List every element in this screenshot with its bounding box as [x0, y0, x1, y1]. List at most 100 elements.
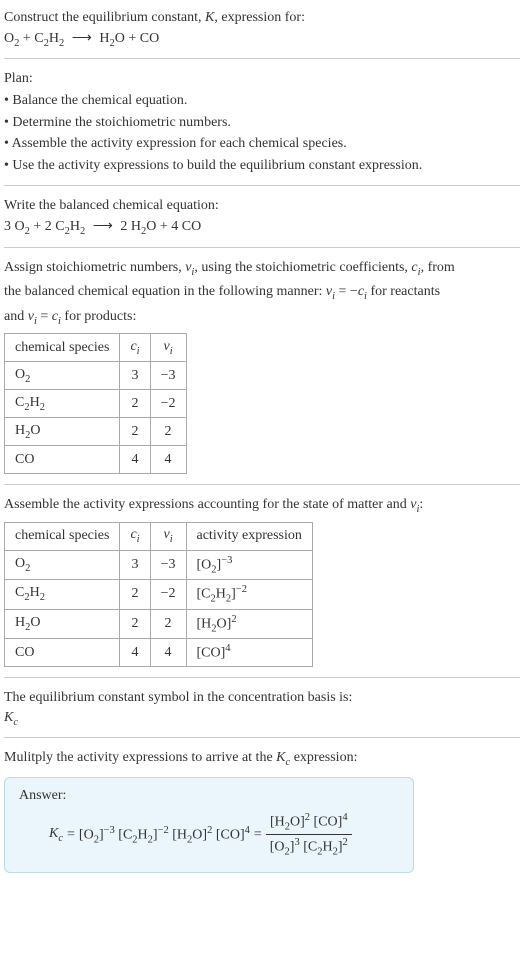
kc-lhs: Kc: [49, 826, 63, 844]
cell-species: H2O: [5, 418, 120, 446]
divider: [4, 737, 520, 738]
kc-symbol: Kc: [4, 710, 520, 728]
term-c2h2: 2 C2H2: [45, 219, 85, 234]
cell-activity: [CO]4: [186, 639, 312, 667]
cell-activity: [C2H2]−2: [186, 580, 312, 609]
assign-section: Assign stoichiometric numbers, νi, using…: [4, 258, 520, 474]
table-row: C2H2 2 −2 [C2H2]−2: [5, 580, 313, 609]
table-row: chemical species ci νi activity expressi…: [5, 522, 313, 550]
arrow-icon: ⟶: [93, 218, 113, 235]
cell-nui: −3: [150, 362, 186, 390]
table-row: chemical species ci νi: [5, 334, 187, 362]
term-h2o: 2 H2O: [120, 219, 156, 234]
answer-box: Answer: Kc = [O2]−3 [C2H2]−2 [H2O]2 [CO]…: [4, 777, 414, 873]
activity-table: chemical species ci νi activity expressi…: [4, 522, 313, 667]
stoich-table: chemical species ci νi O2 3 −3 C2H2 2 −2…: [4, 333, 187, 474]
arrow-icon: ⟶: [72, 30, 92, 47]
plan-bullet-4: • Use the activity expressions to build …: [4, 156, 520, 176]
multiply-text: Mulitply the activity expressions to arr…: [4, 748, 520, 770]
species-o2: O2: [4, 31, 19, 46]
cell-nui: −2: [150, 390, 186, 418]
plus: +: [156, 219, 171, 234]
balanced-title: Write the balanced chemical equation:: [4, 196, 520, 216]
header-species: chemical species: [5, 334, 120, 362]
divider: [4, 247, 520, 248]
cell-ci: 2: [120, 580, 150, 609]
cell-nui: 4: [150, 639, 186, 667]
plan-bullet-1: • Balance the chemical equation.: [4, 91, 520, 111]
denominator: [O2]3 [C2H2]2: [266, 834, 352, 857]
cell-ci: 4: [120, 446, 150, 474]
cell-nui: 2: [150, 418, 186, 446]
intro-section: Construct the equilibrium constant, K, e…: [4, 8, 520, 48]
term-co: 4 CO: [171, 219, 201, 234]
intro-k: K: [205, 10, 214, 25]
header-nui: νi: [150, 334, 186, 362]
plan-section: Plan: • Balance the chemical equation. •…: [4, 69, 520, 175]
kc-expression: Kc = [O2]−3 [C2H2]−2 [H2O]2 [CO]4 = [H2O…: [19, 812, 399, 858]
flat-expr: [O2]−3 [C2H2]−2 [H2O]2 [CO]4: [79, 825, 250, 845]
table-row: O2 3 −3: [5, 362, 187, 390]
symbol-section: The equilibrium constant symbol in the c…: [4, 688, 520, 727]
cell-ci: 2: [120, 390, 150, 418]
term-o2: 3 O2: [4, 219, 30, 234]
cell-nui: −3: [150, 550, 186, 579]
answer-label: Answer:: [19, 788, 399, 804]
divider: [4, 484, 520, 485]
fraction: [H2O]2 [CO]4 [O2]3 [C2H2]2: [266, 812, 352, 858]
assemble-section: Assemble the activity expressions accoun…: [4, 495, 520, 667]
cell-activity: [H2O]2: [186, 609, 312, 638]
cell-activity: [O2]−3: [186, 550, 312, 579]
header-activity: activity expression: [186, 522, 312, 550]
symbol-text: The equilibrium constant symbol in the c…: [4, 688, 520, 708]
intro-text-2: , expression for:: [214, 10, 305, 25]
cell-species: C2H2: [5, 580, 120, 609]
table-row: O2 3 −3 [O2]−3: [5, 550, 313, 579]
multiply-section: Mulitply the activity expressions to arr…: [4, 748, 520, 872]
table-row: H2O 2 2 [H2O]2: [5, 609, 313, 638]
assign-text-3: and νi = ci for products:: [4, 307, 520, 329]
cell-species: CO: [5, 639, 120, 667]
species-h2o: H2O: [99, 31, 125, 46]
cell-ci: 2: [120, 609, 150, 638]
cell-species: O2: [5, 550, 120, 579]
intro-text-1: Construct the equilibrium constant,: [4, 10, 205, 25]
divider: [4, 185, 520, 186]
cell-ci: 4: [120, 639, 150, 667]
assign-text-1: Assign stoichiometric numbers, νi, using…: [4, 258, 520, 280]
numerator: [H2O]2 [CO]4: [266, 812, 352, 834]
cell-species: O2: [5, 362, 120, 390]
balanced-equation: 3 O2 + 2 C2H2 ⟶ 2 H2O + 4 CO: [4, 218, 520, 237]
plan-title: Plan:: [4, 69, 520, 89]
cell-species: CO: [5, 446, 120, 474]
balanced-section: Write the balanced chemical equation: 3 …: [4, 196, 520, 236]
cell-species: H2O: [5, 609, 120, 638]
cell-nui: 4: [150, 446, 186, 474]
table-row: H2O 2 2: [5, 418, 187, 446]
assemble-text: Assemble the activity expressions accoun…: [4, 495, 520, 517]
header-nui: νi: [150, 522, 186, 550]
cell-ci: 3: [120, 550, 150, 579]
table-row: CO 4 4 [CO]4: [5, 639, 313, 667]
equals: =: [254, 827, 262, 843]
divider: [4, 58, 520, 59]
species-c2h2: C2H2: [34, 31, 64, 46]
intro-text: Construct the equilibrium constant, K, e…: [4, 8, 520, 28]
table-row: CO 4 4: [5, 446, 187, 474]
plus: +: [19, 31, 34, 46]
plan-bullet-3: • Assemble the activity expression for e…: [4, 134, 520, 154]
intro-equation: O2 + C2H2 ⟶ H2O + CO: [4, 30, 520, 49]
cell-nui: −2: [150, 580, 186, 609]
species-co: CO: [140, 31, 159, 46]
cell-nui: 2: [150, 609, 186, 638]
plus: +: [30, 219, 45, 234]
header-species: chemical species: [5, 522, 120, 550]
plan-bullet-2: • Determine the stoichiometric numbers.: [4, 113, 520, 133]
divider: [4, 677, 520, 678]
plus: +: [125, 31, 140, 46]
equals: =: [67, 827, 75, 843]
header-ci: ci: [120, 522, 150, 550]
table-row: C2H2 2 −2: [5, 390, 187, 418]
cell-ci: 3: [120, 362, 150, 390]
header-ci: ci: [120, 334, 150, 362]
